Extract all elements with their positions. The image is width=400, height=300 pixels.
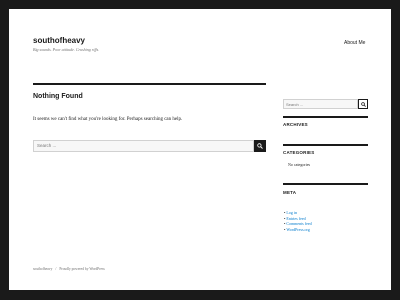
meta-title: META <box>283 190 297 195</box>
meta-divider <box>283 183 368 185</box>
categories-empty: No categories <box>288 162 311 167</box>
footer-separator: / <box>55 267 57 271</box>
footer-powered-by[interactable]: Proudly powered by WordPress <box>59 267 104 271</box>
not-found-message: It seems we can't find what you're looki… <box>33 117 183 122</box>
categories-divider <box>283 144 368 146</box>
sidebar-search-button[interactable] <box>358 99 368 109</box>
archives-title: ARCHIVES <box>283 122 308 127</box>
site-title[interactable]: southofheavy <box>33 36 85 45</box>
site-description: Big sounds. Poor attitude. Crushing riff… <box>33 47 100 52</box>
page-title: Nothing Found <box>33 93 83 100</box>
footer: southofheavy / Proudly powered by WordPres… <box>33 267 105 271</box>
sidebar-search-placeholder: Search ... <box>286 101 304 107</box>
meta-link-wordpress-org[interactable]: WordPress.org <box>284 227 312 233</box>
search-icon <box>361 102 366 107</box>
categories-title: CATEGORIES <box>283 150 315 155</box>
meta-link-comments-feed[interactable]: Comments feed <box>284 221 311 227</box>
page: southofheavy Big sounds. Poor attitude. … <box>9 9 391 290</box>
main-divider <box>33 83 266 85</box>
nav-about-me[interactable]: About Me <box>344 40 365 46</box>
footer-site-name[interactable]: southofheavy <box>33 267 52 271</box>
search-placeholder: Search ... <box>37 143 57 148</box>
meta-links: Log in Entries feed Comments feed WordPr… <box>284 210 312 233</box>
archives-divider <box>283 116 368 118</box>
search-button[interactable] <box>254 140 266 152</box>
sidebar-search-input[interactable]: Search ... <box>283 99 358 109</box>
search-input[interactable]: Search ... <box>33 140 254 152</box>
search-icon <box>257 143 263 149</box>
